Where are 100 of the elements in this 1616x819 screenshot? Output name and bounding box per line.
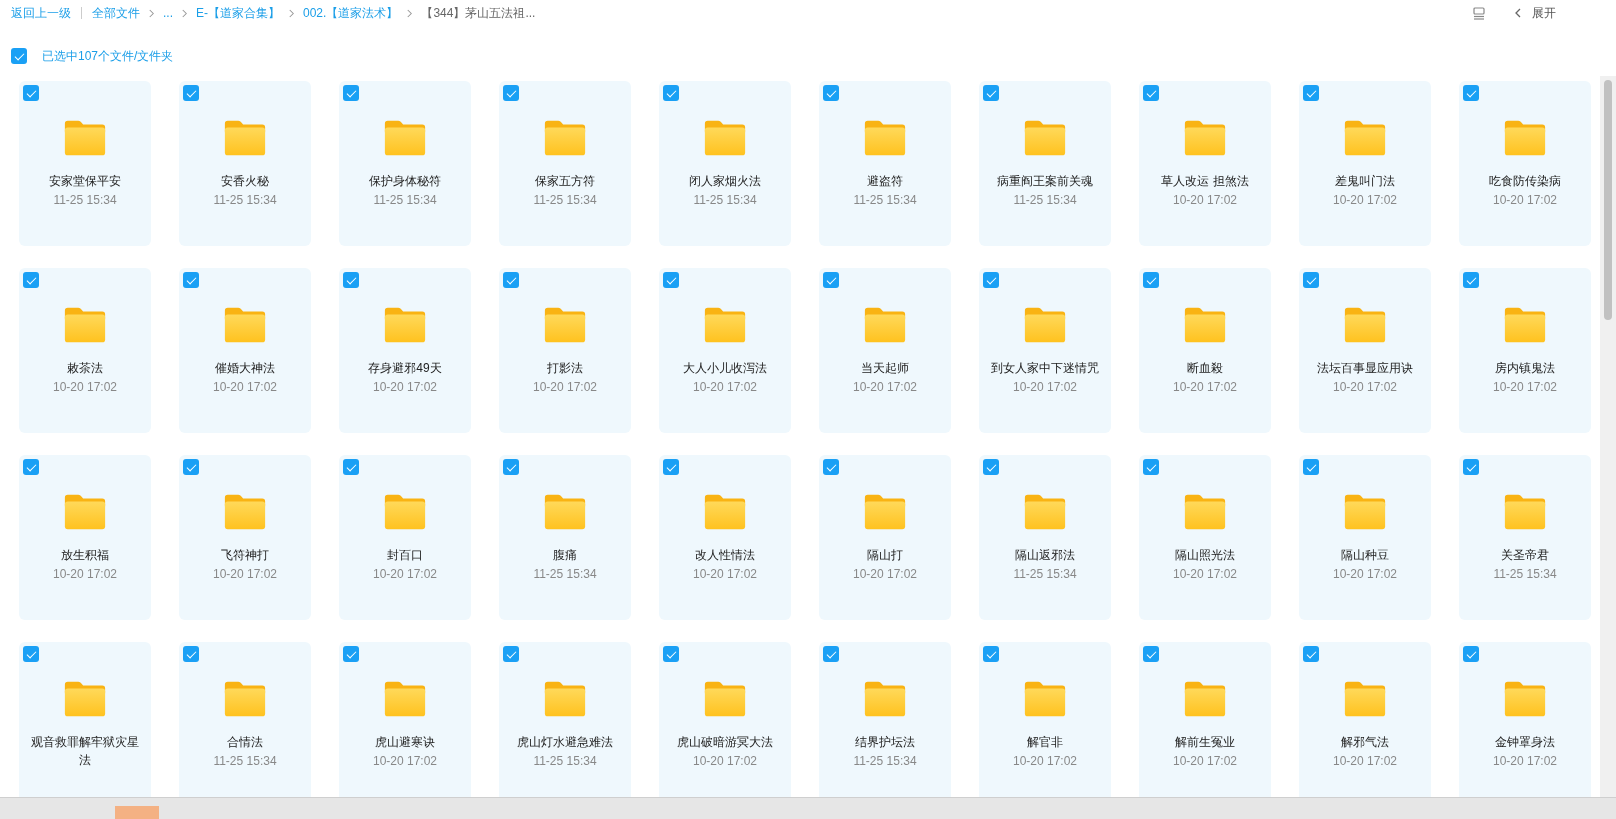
folder-card[interactable]: 保护身体秘符 11-25 15:34 bbox=[339, 81, 471, 246]
folder-checkbox[interactable] bbox=[503, 272, 519, 288]
folder-card[interactable]: 腹痛 11-25 15:34 bbox=[499, 455, 631, 620]
folder-card[interactable]: 吃食防传染病 10-20 17:02 bbox=[1459, 81, 1591, 246]
folder-card[interactable]: 解邪气法 10-20 17:02 bbox=[1299, 642, 1431, 797]
current-folder-title: 【344】茅山五法祖... bbox=[421, 5, 536, 22]
folder-checkbox[interactable] bbox=[503, 85, 519, 101]
list-view-icon[interactable] bbox=[1472, 6, 1486, 20]
folder-checkbox[interactable] bbox=[1143, 272, 1159, 288]
folder-checkbox[interactable] bbox=[663, 646, 679, 662]
folder-checkbox[interactable] bbox=[1463, 85, 1479, 101]
folder-card[interactable]: 虎山避寒诀 10-20 17:02 bbox=[339, 642, 471, 797]
folder-card[interactable]: 断血殺 10-20 17:02 bbox=[1139, 268, 1271, 433]
folder-card[interactable]: 封百口 10-20 17:02 bbox=[339, 455, 471, 620]
folder-card[interactable]: 观音救罪解牢狱灾星法 bbox=[19, 642, 151, 797]
folder-card[interactable]: 解官非 10-20 17:02 bbox=[979, 642, 1111, 797]
folder-card[interactable]: 病重阎王案前关魂 11-25 15:34 bbox=[979, 81, 1111, 246]
folder-card[interactable]: 虎山灯水避急难法 11-25 15:34 bbox=[499, 642, 631, 797]
folder-card[interactable]: 隔山照光法 10-20 17:02 bbox=[1139, 455, 1271, 620]
folder-checkbox[interactable] bbox=[823, 459, 839, 475]
folder-checkbox[interactable] bbox=[823, 85, 839, 101]
modified-date: 10-20 17:02 bbox=[692, 753, 758, 770]
folder-card[interactable]: 改人性情法 10-20 17:02 bbox=[659, 455, 791, 620]
folder-checkbox[interactable] bbox=[1143, 85, 1159, 101]
select-all-checkbox[interactable] bbox=[11, 48, 27, 64]
folder-checkbox[interactable] bbox=[1143, 646, 1159, 662]
folder-checkbox[interactable] bbox=[823, 272, 839, 288]
folder-checkbox[interactable] bbox=[343, 646, 359, 662]
folder-card[interactable]: 大人小儿收泻法 10-20 17:02 bbox=[659, 268, 791, 433]
folder-card[interactable]: 催婚大神法 10-20 17:02 bbox=[179, 268, 311, 433]
folder-checkbox[interactable] bbox=[1463, 272, 1479, 288]
modified-date: 10-20 17:02 bbox=[852, 379, 918, 396]
folder-card[interactable]: 法坛百事显应用诀 10-20 17:02 bbox=[1299, 268, 1431, 433]
folder-card[interactable]: 解前生冤业 10-20 17:02 bbox=[1139, 642, 1271, 797]
chevron-right-icon bbox=[148, 8, 155, 18]
folder-checkbox[interactable] bbox=[183, 459, 199, 475]
folder-checkbox[interactable] bbox=[23, 459, 39, 475]
folder-card[interactable]: 安香火秘 11-25 15:34 bbox=[179, 81, 311, 246]
modified-date: 10-20 17:02 bbox=[212, 566, 278, 583]
folder-checkbox[interactable] bbox=[983, 85, 999, 101]
folder-icon bbox=[62, 492, 108, 532]
folder-icon bbox=[542, 492, 588, 532]
folder-checkbox[interactable] bbox=[983, 459, 999, 475]
folder-checkbox[interactable] bbox=[1463, 646, 1479, 662]
folder-checkbox[interactable] bbox=[1303, 646, 1319, 662]
folder-checkbox[interactable] bbox=[663, 272, 679, 288]
folder-checkbox[interactable] bbox=[23, 85, 39, 101]
chevron-right-icon bbox=[288, 8, 295, 18]
folder-checkbox[interactable] bbox=[503, 646, 519, 662]
folder-card[interactable]: 打影法 10-20 17:02 bbox=[499, 268, 631, 433]
folder-card[interactable]: 金钟罩身法 10-20 17:02 bbox=[1459, 642, 1591, 797]
folder-name: 存身避邪49天 bbox=[367, 360, 443, 377]
folder-card[interactable]: 避盗符 11-25 15:34 bbox=[819, 81, 951, 246]
folder-name: 吃食防传染病 bbox=[1488, 173, 1562, 190]
folder-checkbox[interactable] bbox=[1303, 85, 1319, 101]
folder-checkbox[interactable] bbox=[23, 272, 39, 288]
folder-checkbox[interactable] bbox=[183, 272, 199, 288]
folder-card[interactable]: 草人改运 担煞法 10-20 17:02 bbox=[1139, 81, 1271, 246]
folder-icon bbox=[1182, 118, 1228, 158]
folder-checkbox[interactable] bbox=[343, 272, 359, 288]
folder-card[interactable]: 虎山破暗游冥大法 10-20 17:02 bbox=[659, 642, 791, 797]
folder-card[interactable]: 飞符神打 10-20 17:02 bbox=[179, 455, 311, 620]
folder-card[interactable]: 合情法 11-25 15:34 bbox=[179, 642, 311, 797]
folder-checkbox[interactable] bbox=[343, 459, 359, 475]
folder-card[interactable]: 房内镇鬼法 10-20 17:02 bbox=[1459, 268, 1591, 433]
folder-checkbox[interactable] bbox=[983, 272, 999, 288]
folder-checkbox[interactable] bbox=[1303, 272, 1319, 288]
folder-card[interactable]: 差鬼叫门法 10-20 17:02 bbox=[1299, 81, 1431, 246]
folder-checkbox[interactable] bbox=[1143, 459, 1159, 475]
folder-card[interactable]: 隔山打 10-20 17:02 bbox=[819, 455, 951, 620]
folder-card[interactable]: 安家堂保平安 11-25 15:34 bbox=[19, 81, 151, 246]
folder-card[interactable]: 保家五方符 11-25 15:34 bbox=[499, 81, 631, 246]
folder-icon bbox=[382, 492, 428, 532]
folder-card[interactable]: 当天起师 10-20 17:02 bbox=[819, 268, 951, 433]
folder-checkbox[interactable] bbox=[23, 646, 39, 662]
modified-date: 10-20 17:02 bbox=[372, 566, 438, 583]
folder-name: 隔山种豆 bbox=[1340, 547, 1390, 564]
folder-card[interactable]: 结界护坛法 11-25 15:34 bbox=[819, 642, 951, 797]
folder-checkbox[interactable] bbox=[503, 459, 519, 475]
folder-card[interactable]: 关圣帝君 11-25 15:34 bbox=[1459, 455, 1591, 620]
folder-checkbox[interactable] bbox=[1463, 459, 1479, 475]
expand-button[interactable]: 展开 bbox=[1514, 4, 1556, 22]
folder-card[interactable]: 放生积福 10-20 17:02 bbox=[19, 455, 151, 620]
folder-card[interactable]: 敕茶法 10-20 17:02 bbox=[19, 268, 151, 433]
folder-card[interactable]: 存身避邪49天 10-20 17:02 bbox=[339, 268, 471, 433]
folder-card[interactable]: 隔山种豆 10-20 17:02 bbox=[1299, 455, 1431, 620]
folder-checkbox[interactable] bbox=[343, 85, 359, 101]
scrollbar-thumb[interactable] bbox=[1604, 80, 1612, 320]
folder-card[interactable]: 闭人家烟火法 11-25 15:34 bbox=[659, 81, 791, 246]
folder-card[interactable]: 到女人家中下迷情咒 10-20 17:02 bbox=[979, 268, 1111, 433]
folder-name: 解前生冤业 bbox=[1174, 734, 1236, 751]
folder-icon bbox=[1502, 492, 1548, 532]
folder-checkbox[interactable] bbox=[983, 646, 999, 662]
folder-checkbox[interactable] bbox=[1303, 459, 1319, 475]
folder-checkbox[interactable] bbox=[663, 85, 679, 101]
folder-checkbox[interactable] bbox=[823, 646, 839, 662]
folder-checkbox[interactable] bbox=[183, 85, 199, 101]
folder-card[interactable]: 隔山返邪法 11-25 15:34 bbox=[979, 455, 1111, 620]
folder-checkbox[interactable] bbox=[663, 459, 679, 475]
folder-checkbox[interactable] bbox=[183, 646, 199, 662]
